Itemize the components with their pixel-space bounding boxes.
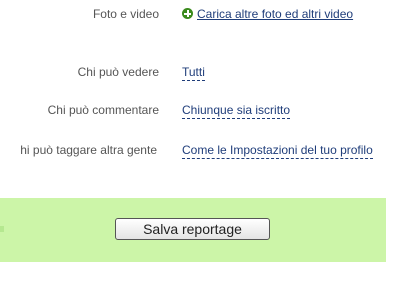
upload-media-link-text[interactable]: Carica altre foto ed altri video <box>197 7 353 21</box>
who-can-view-selector[interactable]: Tutti <box>182 63 205 81</box>
media-row: Foto e video Carica altre foto ed altri … <box>0 5 404 23</box>
save-bar: Salva reportage <box>0 198 386 262</box>
save-report-button[interactable]: Salva reportage <box>115 218 270 240</box>
who-can-view-label: Chi può vedere <box>77 65 159 79</box>
who-can-comment-label: Chi può commentare <box>47 103 159 117</box>
who-can-tag-row: hi può taggare altra gente Come le Impos… <box>0 141 404 159</box>
who-can-tag-value[interactable]: Come le Impostazioni del tuo profilo <box>182 143 373 159</box>
media-label: Foto e video <box>92 7 159 21</box>
who-can-tag-selector[interactable]: Come le Impostazioni del tuo profilo <box>182 141 373 159</box>
who-can-view-value[interactable]: Tutti <box>182 65 205 81</box>
plus-circle-icon <box>182 8 193 19</box>
who-can-tag-label: hi può taggare altra gente <box>20 143 157 157</box>
who-can-view-row: Chi può vedere Tutti <box>0 63 404 81</box>
who-can-comment-row: Chi può commentare Chiunque sia iscritto <box>0 101 404 119</box>
who-can-comment-selector[interactable]: Chiunque sia iscritto <box>182 101 291 119</box>
divider <box>0 226 4 232</box>
upload-media-link[interactable]: Carica altre foto ed altri video <box>182 5 353 23</box>
who-can-comment-value[interactable]: Chiunque sia iscritto <box>182 103 291 119</box>
